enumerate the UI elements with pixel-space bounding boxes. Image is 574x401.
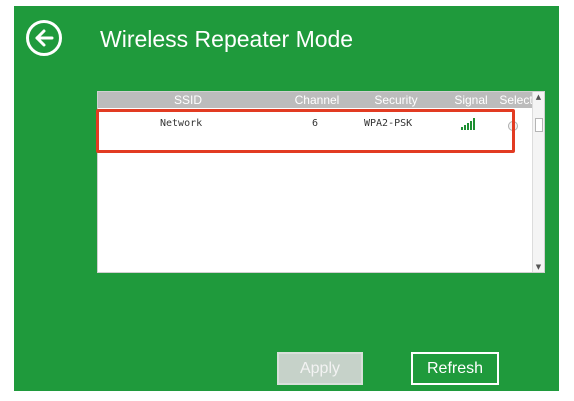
table-scrollbar[interactable]: ▲ ▼ bbox=[532, 92, 544, 272]
column-header-channel: Channel bbox=[294, 93, 340, 107]
column-header-security: Security bbox=[374, 93, 418, 107]
column-header-signal: Signal bbox=[454, 93, 488, 107]
refresh-button[interactable]: Refresh bbox=[411, 352, 499, 385]
scroll-thumb[interactable] bbox=[535, 118, 543, 132]
column-header-ssid: SSID bbox=[173, 93, 202, 107]
repeater-mode-screen: Wireless Repeater Mode SSID Channel Secu… bbox=[14, 6, 559, 391]
table-header: SSID Channel Security Signal Select bbox=[98, 92, 534, 108]
selected-row-highlight bbox=[96, 109, 515, 153]
back-arrow-glyph bbox=[35, 29, 54, 47]
apply-button[interactable]: Apply bbox=[277, 352, 363, 385]
page-title: Wireless Repeater Mode bbox=[100, 26, 354, 52]
scroll-down-icon[interactable]: ▼ bbox=[533, 262, 544, 272]
back-arrow-icon[interactable] bbox=[26, 20, 62, 56]
scroll-up-icon[interactable]: ▲ bbox=[533, 92, 544, 102]
